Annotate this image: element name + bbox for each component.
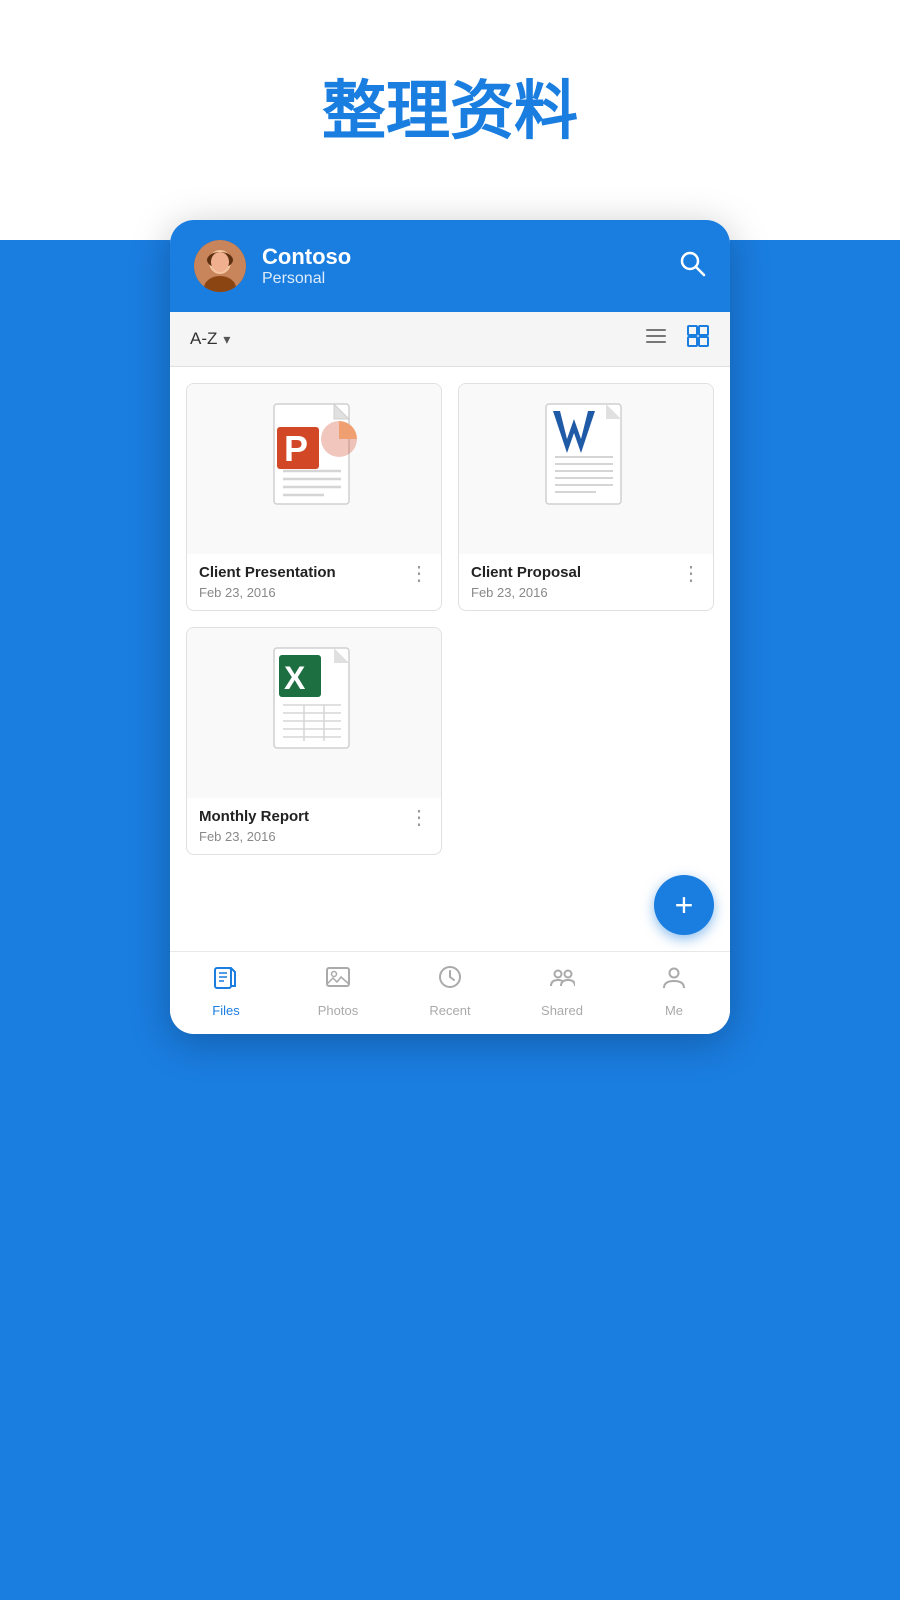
file-name-word: Client Proposal (471, 564, 673, 581)
grid-view-icon[interactable] (686, 324, 710, 354)
file-info-word: Client Proposal Feb 23, 2016 ⋮ (459, 554, 713, 610)
file-card-excel[interactable]: X Monthly Report Feb 23, 2016 ⋮ (186, 627, 442, 855)
nav-label-photos: Photos (318, 1003, 358, 1018)
svg-text:P: P (284, 428, 308, 469)
bottom-nav: Files Photos Recent (170, 951, 730, 1034)
me-icon (661, 964, 687, 997)
file-name-excel: Monthly Report (199, 808, 401, 825)
fab-container: + (170, 875, 730, 951)
svg-text:X: X (284, 660, 306, 696)
page-title: 整理资料 (0, 60, 900, 152)
file-date-ppt: Feb 23, 2016 (199, 585, 401, 600)
nav-label-me: Me (665, 1003, 683, 1018)
phone-container: Contoso Personal A-Z ▾ (170, 220, 730, 1034)
file-thumbnail-excel: X (187, 628, 441, 798)
file-info-excel: Monthly Report Feb 23, 2016 ⋮ (187, 798, 441, 854)
view-toggle (644, 324, 710, 354)
header-text: Contoso Personal (262, 244, 662, 288)
sort-chevron-icon: ▾ (223, 331, 230, 348)
add-icon: + (675, 887, 694, 924)
nav-item-files[interactable]: Files (186, 964, 266, 1018)
app-header: Contoso Personal (170, 220, 730, 312)
nav-item-recent[interactable]: Recent (410, 964, 490, 1018)
photos-icon (325, 964, 351, 997)
file-more-excel[interactable]: ⋮ (401, 808, 429, 828)
nav-label-recent: Recent (429, 1003, 470, 1018)
file-name-ppt: Client Presentation (199, 564, 401, 581)
files-toolbar: A-Z ▾ (170, 312, 730, 367)
file-card-word[interactable]: Client Proposal Feb 23, 2016 ⋮ (458, 383, 714, 611)
file-thumbnail-ppt: P (187, 384, 441, 554)
file-date-excel: Feb 23, 2016 (199, 829, 401, 844)
add-button[interactable]: + (654, 875, 714, 935)
nav-item-me[interactable]: Me (634, 964, 714, 1018)
nav-label-files: Files (212, 1003, 239, 1018)
sort-label: A-Z (190, 329, 217, 349)
file-more-word[interactable]: ⋮ (673, 564, 701, 584)
shared-icon (549, 964, 575, 997)
file-date-word: Feb 23, 2016 (471, 585, 673, 600)
nav-label-shared: Shared (541, 1003, 583, 1018)
files-row2: X Monthly Report Feb 23, 2016 ⋮ (186, 627, 714, 855)
file-more-ppt[interactable]: ⋮ (401, 564, 429, 584)
file-card-ppt[interactable]: P Client Presentation Feb 23, 2016 (186, 383, 442, 611)
list-view-icon[interactable] (644, 324, 668, 354)
nav-item-photos[interactable]: Photos (298, 964, 378, 1018)
account-name: Contoso (262, 244, 662, 270)
avatar (194, 240, 246, 292)
files-icon (213, 964, 239, 997)
files-area: P Client Presentation Feb 23, 2016 (170, 367, 730, 875)
recent-icon (437, 964, 463, 997)
account-subtitle: Personal (262, 270, 662, 288)
sort-button[interactable]: A-Z ▾ (190, 329, 230, 349)
nav-item-shared[interactable]: Shared (522, 964, 602, 1018)
files-grid: P Client Presentation Feb 23, 2016 (186, 383, 714, 611)
file-thumbnail-word (459, 384, 713, 554)
file-info-ppt: Client Presentation Feb 23, 2016 ⋮ (187, 554, 441, 610)
search-button[interactable] (678, 249, 706, 284)
